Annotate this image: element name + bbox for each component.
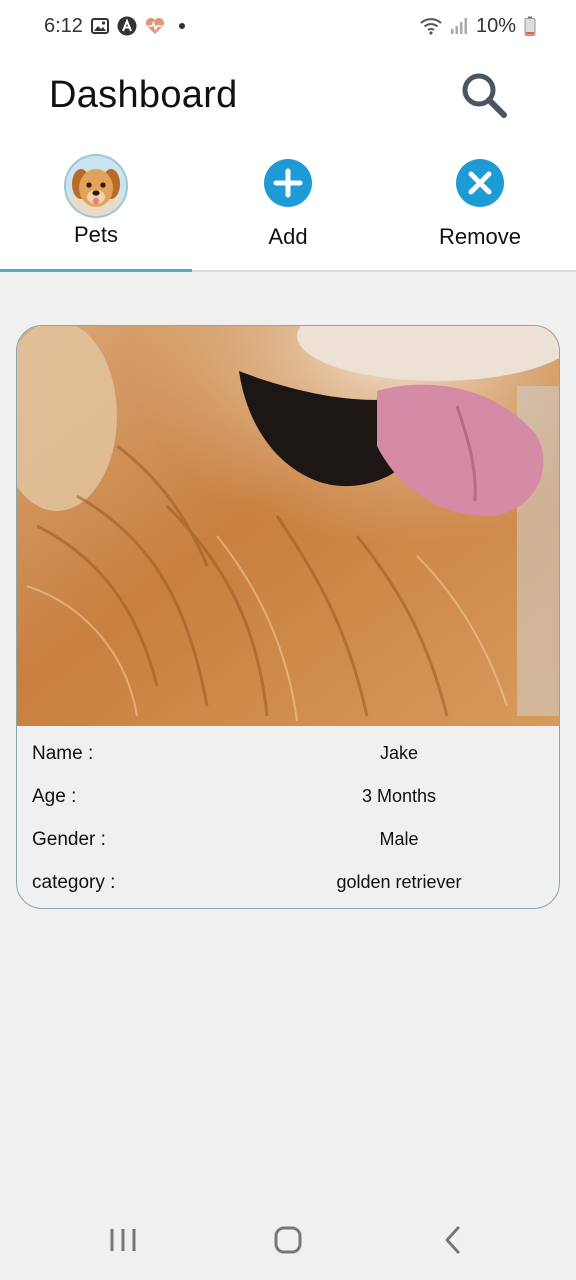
battery-percentage: 10% — [475, 14, 516, 37]
status-time: 6:12 — [44, 14, 83, 37]
tab-pets-label: Pets — [73, 222, 119, 247]
category-label: category : — [32, 871, 116, 893]
app-header: Dashboard — [0, 52, 576, 138]
name-label: Name : — [32, 742, 94, 764]
pet-avatar — [64, 154, 128, 218]
tab-add[interactable]: Add — [192, 138, 384, 270]
battery-icon — [524, 16, 536, 36]
tab-remove[interactable]: Remove — [384, 138, 576, 270]
status-bar: 6:12 10% — [0, 0, 576, 52]
a-circle-icon — [117, 16, 137, 36]
image-icon — [90, 18, 109, 34]
heart-rate-icon — [145, 17, 165, 35]
info-row-category: category : golden retriever — [17, 861, 559, 904]
home-icon — [274, 1226, 302, 1254]
name-value: Jake — [379, 743, 419, 763]
plus-circle-icon — [256, 156, 320, 210]
wifi-icon — [420, 17, 442, 35]
system-nav-bar — [0, 1200, 576, 1280]
tab-remove-label: Remove — [439, 224, 521, 249]
close-circle-icon — [448, 156, 512, 210]
tab-add-label: Add — [268, 224, 308, 249]
notification-dot-icon — [178, 23, 185, 29]
page-title: Dashboard — [49, 73, 238, 116]
active-tab-indicator — [0, 269, 192, 272]
gender-value: Male — [379, 829, 419, 849]
info-row-gender: Gender : Male — [17, 818, 559, 861]
info-row-age: Age : 3 Months — [17, 775, 559, 818]
age-label: Age : — [32, 785, 77, 807]
search-button[interactable] — [456, 67, 512, 123]
back-icon — [445, 1226, 460, 1254]
recent-apps-icon — [110, 1229, 136, 1251]
pet-photo — [17, 326, 559, 726]
search-icon — [462, 73, 507, 118]
category-value: golden retriever — [336, 872, 462, 892]
status-right: 10% — [420, 15, 536, 38]
recent-apps-button[interactable] — [83, 1210, 163, 1270]
pet-card[interactable]: Name : Jake Age : 3 Months Gender : Male… — [16, 325, 560, 909]
gender-label: Gender : — [32, 828, 106, 850]
home-button[interactable] — [248, 1210, 328, 1270]
tab-pets[interactable]: Pets — [0, 138, 192, 272]
pet-info-list: Name : Jake Age : 3 Months Gender : Male… — [17, 726, 559, 904]
age-value: 3 Months — [361, 786, 437, 806]
status-left: 6:12 — [44, 15, 185, 38]
signal-icon — [450, 17, 468, 35]
back-button[interactable] — [413, 1210, 493, 1270]
tab-bar: Pets Add Remove — [0, 138, 576, 272]
info-row-name: Name : Jake — [17, 732, 559, 775]
